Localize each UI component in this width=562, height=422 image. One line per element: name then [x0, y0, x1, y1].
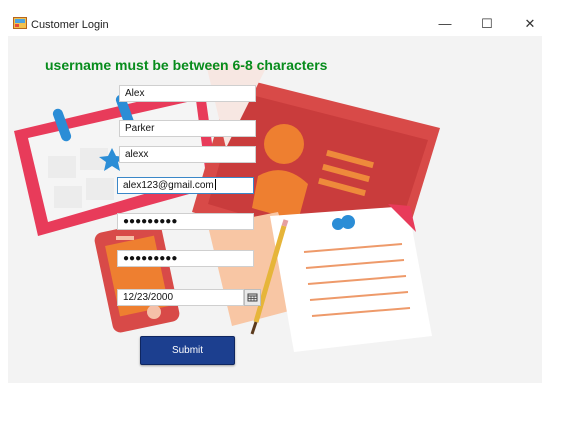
validation-message: username must be between 6-8 characters: [45, 57, 328, 73]
last-name-field[interactable]: Parker: [119, 120, 256, 137]
password-field[interactable]: ●●●●●●●●●: [117, 213, 254, 230]
title-bar: Customer Login — ☐ ✕: [0, 0, 562, 34]
email-value: alex123@gmail.com: [123, 180, 214, 191]
text-caret: [214, 179, 216, 190]
background-illustration: [14, 64, 440, 352]
submit-button[interactable]: Submit: [140, 336, 235, 365]
phone-illustration: [94, 221, 180, 333]
email-field[interactable]: alex123@gmail.com: [117, 177, 254, 194]
first-name-field[interactable]: Alex: [119, 85, 256, 102]
app-icon: [13, 17, 27, 29]
birth-date-field[interactable]: 12/23/2000: [117, 289, 244, 306]
minimize-button[interactable]: —: [430, 14, 460, 34]
document-illustration: [270, 204, 432, 352]
confirm-password-field[interactable]: ●●●●●●●●●: [117, 250, 254, 267]
maximize-button[interactable]: ☐: [472, 14, 502, 34]
login-panel: username must be between 6-8 characters …: [8, 36, 542, 383]
window-title: Customer Login: [31, 19, 109, 31]
close-button[interactable]: ✕: [515, 14, 545, 34]
date-picker-button[interactable]: [244, 289, 261, 306]
calendar-icon: [247, 293, 258, 302]
username-field[interactable]: alexx: [119, 146, 256, 163]
